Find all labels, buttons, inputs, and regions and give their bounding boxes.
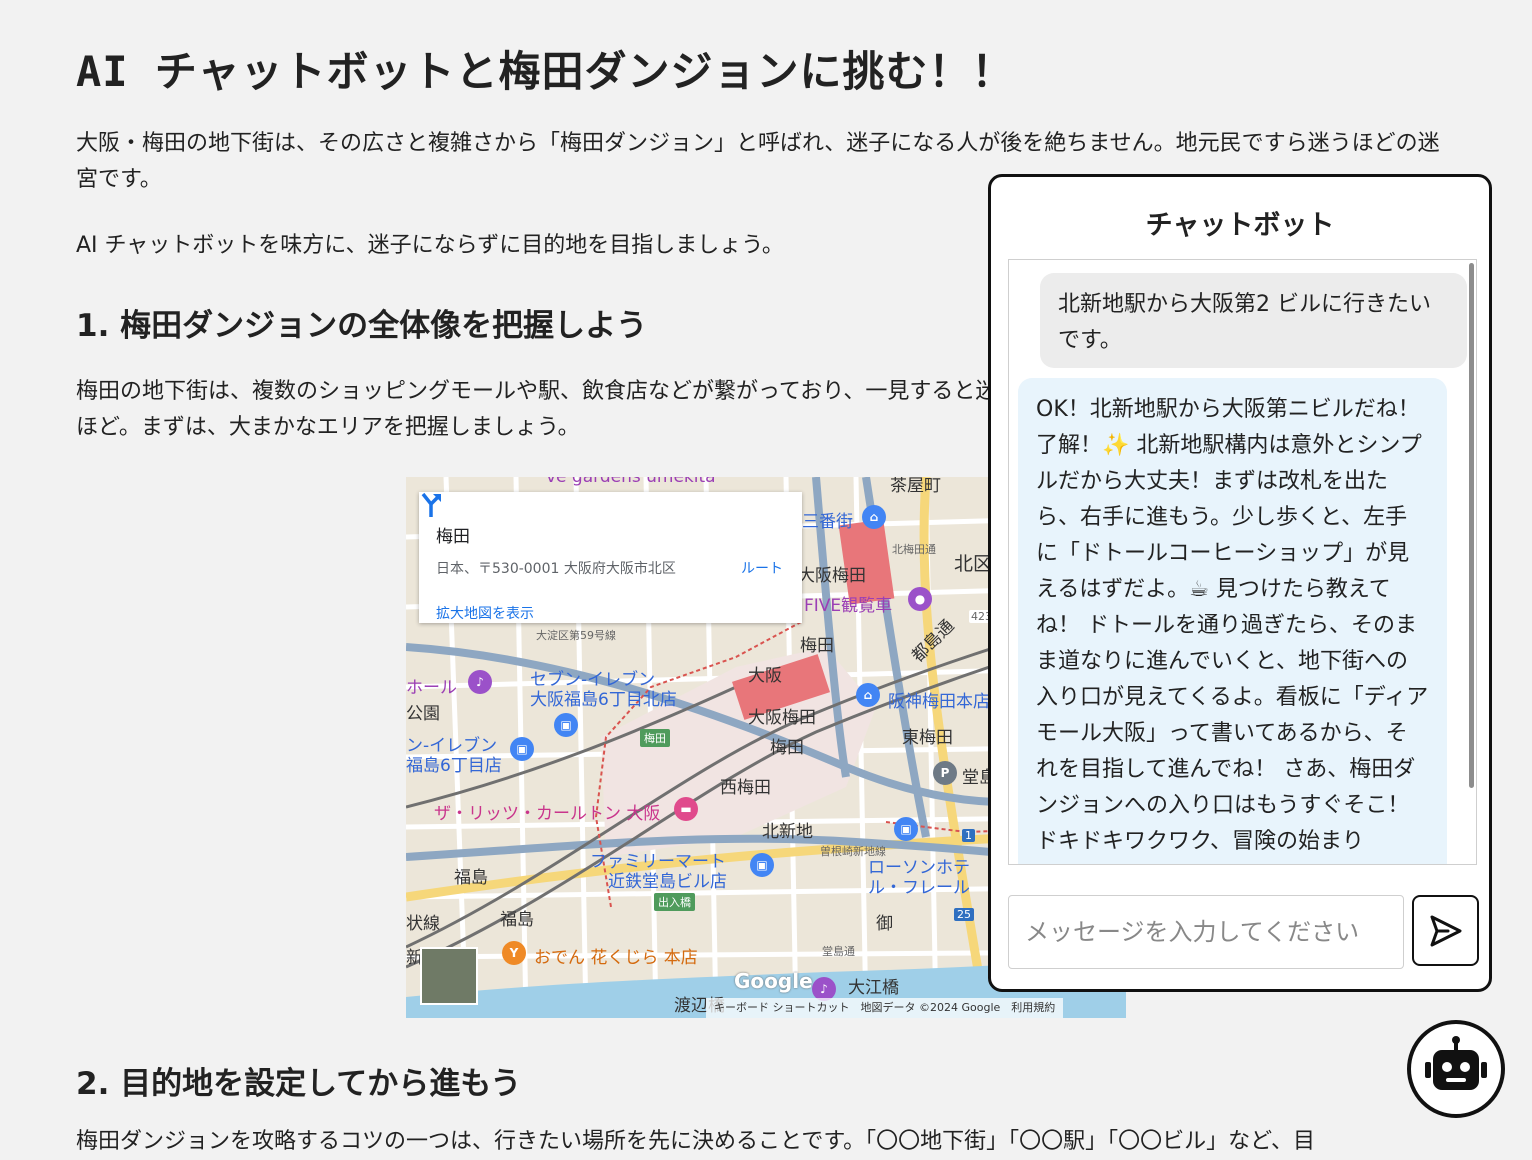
map-label: 堂島通 (822, 945, 855, 958)
map-label: ホール (406, 678, 457, 698)
map-label: FIVE観覧車 (804, 596, 893, 616)
lock-icon[interactable]: ⌂ (862, 505, 886, 529)
page-title: AI チャットボットと梅田ダンジョンに挑む！！ (76, 47, 1015, 96)
map-label: 茶屋町 (890, 477, 941, 496)
map-label: 福島 (500, 910, 534, 930)
map-label: 梅田 (770, 738, 804, 758)
map-label: 状線 (406, 914, 440, 934)
chatbot-panel: チャットボット 北新地駅から大阪第2 ビルに行きたいです。 OK！北新地駅から大… (988, 174, 1492, 992)
map-label: 梅田 (800, 636, 834, 656)
store-icon[interactable]: ▣ (894, 817, 918, 841)
map-label: おでん 花くじら 本店 (534, 948, 698, 968)
map-label: 出入橋 (654, 893, 695, 911)
map-label: 公園 (406, 704, 440, 724)
map-label: 三番街 (802, 512, 853, 532)
chat-scrollbar[interactable] (1469, 263, 1474, 788)
google-logo: Google (734, 969, 813, 993)
store-icon[interactable]: ▣ (510, 737, 534, 761)
place-info-card: 梅田 日本、〒530-0001 大阪府大阪市北区 拡大地図を表示 ルート (419, 492, 802, 623)
section1-heading: 1. 梅田ダンジョンの全体像を把握しよう (76, 308, 648, 344)
map-label: 福島 (454, 868, 488, 888)
map-label: 御 (876, 914, 893, 934)
map-label: ル・フレール (868, 878, 970, 898)
map-label: 近鉄堂島ビル店 (608, 872, 727, 892)
bot-message: OK！北新地駅から大阪第ニビルだね！了解！✨ 北新地駅構内は意外とシンプルだから… (1018, 378, 1447, 864)
robot-icon (1425, 1036, 1487, 1090)
map-label: 大阪梅田 (748, 708, 816, 728)
route-shield: 1 (962, 829, 975, 842)
map-label: 大阪梅田 (798, 566, 866, 586)
map-label: 北梅田通 (892, 543, 936, 556)
hotel-icon[interactable]: ▬ (674, 797, 698, 821)
send-button[interactable] (1412, 895, 1479, 966)
map-label: 西梅田 (720, 778, 771, 798)
map-label: 福島6丁目店 (406, 756, 502, 776)
store-icon[interactable]: ▣ (554, 713, 578, 737)
message-input[interactable] (1008, 895, 1404, 969)
map-label: 北新地 (762, 822, 813, 842)
route-link[interactable]: ルート (741, 558, 783, 578)
chatbot-toggle-button[interactable] (1407, 1020, 1505, 1118)
map-label: 大江橋 (848, 978, 899, 998)
chatbot-title: チャットボット (1145, 210, 1335, 241)
place-address: 日本、〒530-0001 大阪府大阪市北区 (436, 561, 676, 577)
directions-icon[interactable] (419, 492, 443, 518)
map-label: 大阪 (748, 666, 782, 686)
map-footer[interactable]: キーボード ショートカット 地図データ ©2024 Google 利用規約 (706, 998, 1064, 1018)
map-label: 北区 (954, 553, 993, 575)
map-label: 東梅田 (902, 728, 953, 748)
shopping-icon[interactable]: ⌂ (856, 683, 880, 707)
map-label: 阪神梅田本店 (888, 692, 990, 712)
user-message: 北新地駅から大阪第2 ビルに行きたいです。 (1040, 273, 1467, 368)
map-label: ve gardens umekita (546, 477, 716, 487)
send-icon (1430, 915, 1461, 946)
section2-heading: 2. 目的地を設定してから進もう (76, 1066, 522, 1102)
enlarge-map-link[interactable]: 拡大地図を表示 (436, 603, 534, 623)
map-label: ザ・リッツ・カールトン 大阪 (434, 804, 661, 824)
restaurant-icon[interactable]: Y (502, 941, 526, 965)
parking-icon[interactable]: P (933, 761, 957, 785)
map-label: 大淀区第59号線 (536, 629, 616, 642)
satellite-toggle[interactable] (420, 947, 478, 1005)
ferris-wheel-icon[interactable]: ● (908, 587, 932, 611)
section2-paragraph: 梅田ダンジョンを攻略するコツの一つは、行きたい場所を先に決めることです。「〇〇地… (76, 1129, 1316, 1154)
store-icon[interactable]: ▣ (750, 853, 774, 877)
route-shield: 25 (954, 908, 974, 921)
map-label: 梅田 (640, 729, 670, 747)
music-icon[interactable]: ♪ (468, 670, 492, 694)
place-name: 梅田 (436, 527, 470, 547)
map-label: 大阪福島6丁目北店 (530, 690, 677, 710)
chat-log[interactable]: 北新地駅から大阪第2 ビルに行きたいです。 OK！北新地駅から大阪第ニビルだね！… (1008, 259, 1477, 865)
